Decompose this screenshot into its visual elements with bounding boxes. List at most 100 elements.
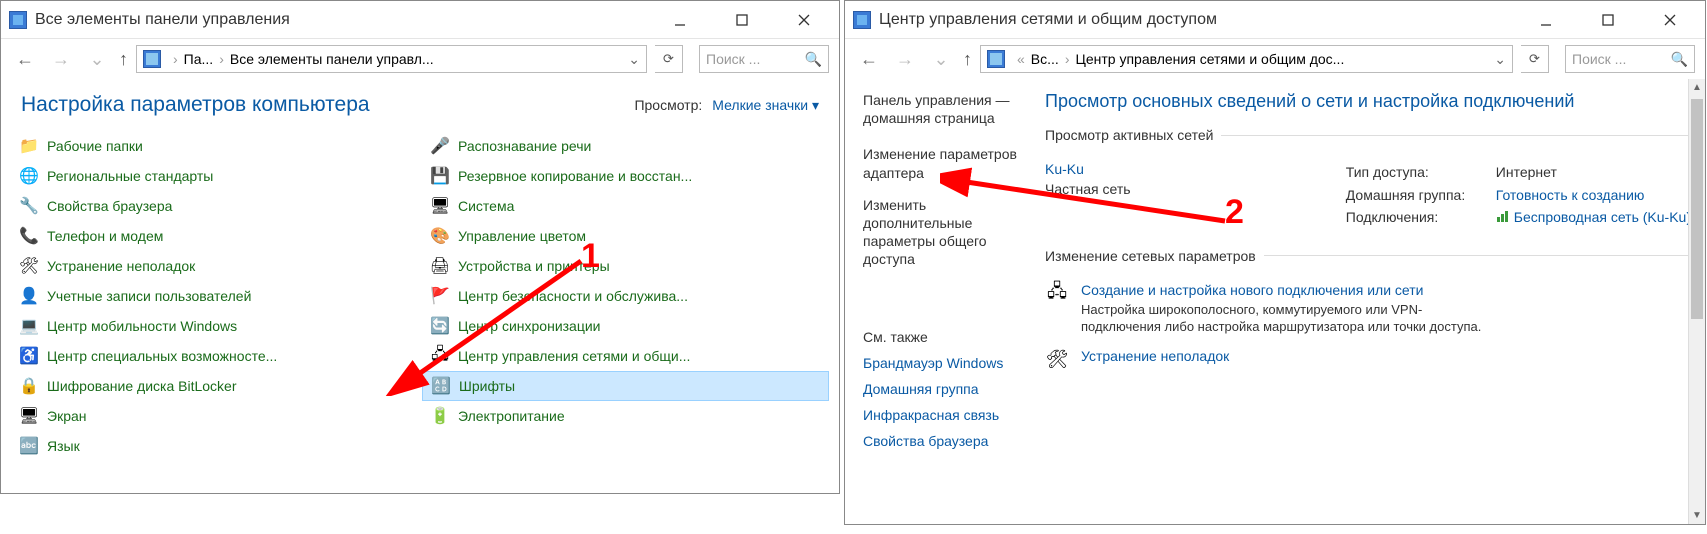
nav-up-button[interactable]: ↑ [963,49,972,70]
item-icon: 🔤 [19,436,39,456]
page-header: Настройка параметров компьютера Просмотр… [1,79,839,127]
homegroup-label: Домашняя группа: [1346,184,1478,206]
control-panel-item[interactable]: 🌐Региональные стандарты [11,161,418,191]
nav-recent-dropdown[interactable]: ⌄ [83,45,111,73]
chevron-left-icon: « [1017,51,1025,67]
refresh-button[interactable]: ⟳ [655,45,683,73]
item-icon: 🚩 [430,286,450,306]
sidebar: Панель управления — домашняя страница Из… [845,79,1035,524]
refresh-button[interactable]: ⟳ [1521,45,1549,73]
item-icon: 🖧 [430,346,450,366]
sidebar-adapter-settings-link[interactable]: Изменение параметров адаптера [863,145,1025,181]
change-settings-label: Изменение сетевых параметров [1045,248,1256,264]
control-panel-item[interactable]: 🎨Управление цветом [422,221,829,251]
maximize-button[interactable] [723,6,761,34]
main-content: Просмотр основных сведений о сети и наст… [1035,79,1705,524]
close-button[interactable] [785,6,823,34]
control-panel-item[interactable]: 💻Центр мобильности Windows [11,311,418,341]
control-panel-item[interactable]: 🔄Центр синхронизации [422,311,829,341]
control-panel-item[interactable]: 🖥Система [422,191,829,221]
item-label: Шрифты [459,378,515,394]
item-label: Центр специальных возможносте... [47,348,277,364]
nav-forward-button[interactable]: → [47,45,75,73]
breadcrumb-dropdown-icon[interactable]: ⌄ [628,51,640,68]
control-panel-item[interactable]: 👤Учетные записи пользователей [11,281,418,311]
vertical-scrollbar[interactable]: ▲ ▼ [1688,79,1705,524]
control-panel-item[interactable]: 📞Телефон и модем [11,221,418,251]
control-panel-item[interactable]: 🔋Электропитание [422,401,829,431]
control-panel-item[interactable]: 🚩Центр безопасности и обслужива... [422,281,829,311]
maximize-button[interactable] [1589,6,1627,34]
view-label: Просмотр: [634,97,702,113]
breadcrumb-dropdown-icon[interactable]: ⌄ [1494,51,1506,68]
item-icon: 🔒 [19,376,39,396]
scroll-down-icon[interactable]: ▼ [1689,507,1705,524]
control-panel-items: 📁Рабочие папки🌐Региональные стандарты🔧Св… [1,127,839,465]
control-panel-item[interactable]: 🔤 Язык [11,431,418,461]
control-panel-item[interactable]: ♿Центр специальных возможносте... [11,341,418,371]
breadcrumb[interactable]: « Вс... › Центр управления сетями и общи… [980,45,1513,73]
network-plus-icon: 🖧 [1045,282,1069,306]
item-label: Язык [47,438,80,454]
control-panel-item[interactable]: 🖥Экран [11,401,418,431]
sidebar-related-link[interactable]: Инфракрасная связь [863,407,1025,423]
item-label: Рабочие папки [47,138,143,154]
scroll-thumb[interactable] [1691,99,1703,319]
sidebar-sharing-settings-link[interactable]: Изменить дополнительные параметры общего… [863,196,1025,269]
items-column: 🎤Распознавание речи💾Резервное копировани… [422,131,829,461]
network-name[interactable]: Ku-Ku [1045,161,1131,177]
search-input[interactable]: Поиск ... 🔍 [699,45,829,73]
control-panel-item[interactable]: 🛠Устранение неполадок [11,251,418,281]
item-icon: 🌐 [19,166,39,186]
control-panel-item[interactable]: 🔠Шрифты [422,371,829,401]
view-by-control: Просмотр: Мелкие значки ▾ [634,97,819,114]
items-column: 📁Рабочие папки🌐Региональные стандарты🔧Св… [11,131,418,461]
item-label: Телефон и модем [47,228,163,244]
item-icon: 🎨 [430,226,450,246]
homegroup-link[interactable]: Готовность к созданию [1496,184,1645,206]
annotation-marker-2: 2 [1225,193,1244,232]
nav-back-button[interactable]: ← [855,45,883,73]
task-troubleshoot[interactable]: 🛠 Устранение неполадок [1045,348,1691,372]
task-link[interactable]: Создание и настройка нового подключения … [1081,282,1501,298]
sidebar-related-link[interactable]: Свойства браузера [863,433,1025,449]
control-panel-item[interactable]: 🔒Шифрование диска BitLocker [11,371,418,401]
navbar: ← → ⌄ ↑ « Вс... › Центр управления сетям… [845,39,1705,79]
task-link[interactable]: Устранение неполадок [1081,348,1229,364]
view-value[interactable]: Мелкие значки ▾ [712,97,819,114]
minimize-button[interactable] [1527,6,1565,34]
active-networks-label: Просмотр активных сетей [1045,127,1213,143]
item-icon: 🖨 [430,256,450,276]
connection-link[interactable]: Беспроводная сеть (Ku-Ku) [1496,206,1691,229]
breadcrumb-segment[interactable]: Все элементы панели управл... [230,51,434,67]
item-label: Центр мобильности Windows [47,318,237,334]
control-panel-item[interactable]: 📁Рабочие папки [11,131,418,161]
sidebar-related-link[interactable]: Брандмауэр Windows [863,355,1025,371]
breadcrumb[interactable]: › Па... › Все элементы панели управл... … [136,45,647,73]
breadcrumb-segment[interactable]: Па... [184,51,214,67]
network-center-icon [853,11,871,29]
sidebar-related-link[interactable]: Домашняя группа [863,381,1025,397]
chevron-down-icon: ▾ [812,97,819,113]
nav-up-button[interactable]: ↑ [119,49,128,70]
connections-label: Подключения: [1346,206,1478,229]
search-input[interactable]: Поиск ... 🔍 [1565,45,1695,73]
access-type-value: Интернет [1496,161,1557,183]
minimize-button[interactable] [661,6,699,34]
nav-back-button[interactable]: ← [11,45,39,73]
breadcrumb-segment[interactable]: Центр управления сетями и общим дос... [1075,51,1344,67]
chevron-right-icon: › [173,51,178,67]
close-button[interactable] [1651,6,1689,34]
nav-recent-dropdown[interactable]: ⌄ [927,45,955,73]
task-new-connection[interactable]: 🖧 Создание и настройка нового подключени… [1045,282,1691,336]
control-panel-item[interactable]: 🔧Свойства браузера [11,191,418,221]
network-center-window: Центр управления сетями и общим доступом… [844,0,1706,525]
breadcrumb-segment[interactable]: Вс... [1031,51,1059,67]
nav-forward-button[interactable]: → [891,45,919,73]
sidebar-home-link[interactable]: Панель управления — домашняя страница [863,91,1025,127]
control-panel-item[interactable]: 💾Резервное копирование и восстан... [422,161,829,191]
control-panel-item[interactable]: 🎤Распознавание речи [422,131,829,161]
control-panel-item[interactable]: 🖧Центр управления сетями и общи... [422,341,829,371]
scroll-up-icon[interactable]: ▲ [1689,79,1705,96]
control-panel-item[interactable]: 🖨Устройства и принтеры [422,251,829,281]
